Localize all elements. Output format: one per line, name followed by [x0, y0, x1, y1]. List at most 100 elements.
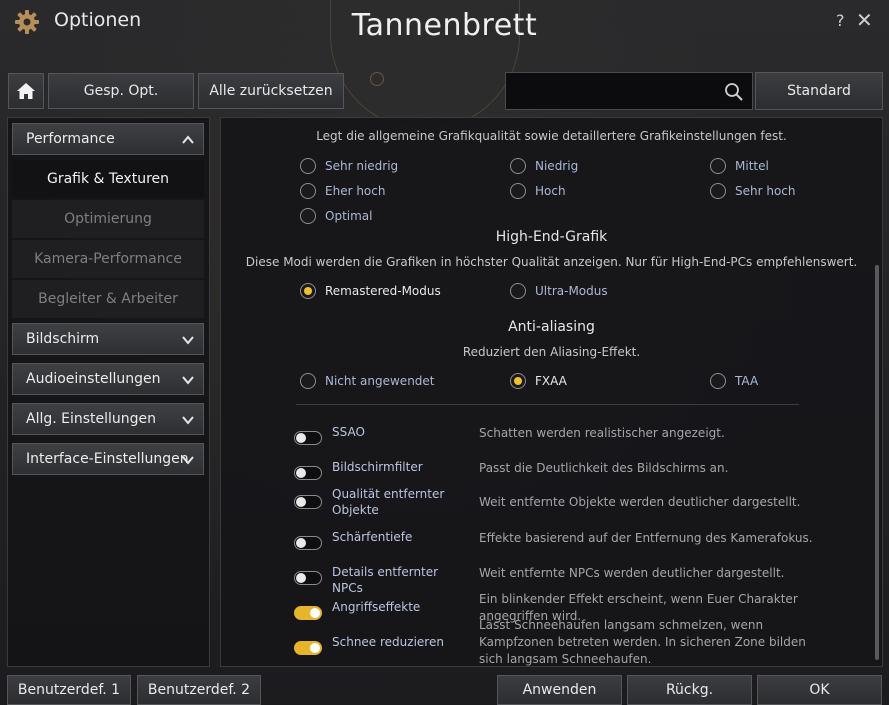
toggle-switch-schnee-reduzieren[interactable] [294, 641, 322, 655]
toggle-switch-schaerfentiefe[interactable] [294, 536, 322, 550]
radio-label: Remastered-Modus [325, 284, 441, 298]
toggle-switch-details-npcs[interactable] [294, 571, 322, 585]
toggle-name: Schärfentiefe [332, 530, 413, 544]
radio-niedrig[interactable]: Niedrig [510, 158, 578, 174]
reset-all-button[interactable]: Alle zurücksetzen [198, 73, 344, 109]
toggle-name: SSAO [332, 425, 365, 439]
radio-hoch[interactable]: Hoch [510, 183, 566, 199]
toggle-knob [296, 497, 306, 507]
radio-remastered-modus[interactable]: Remastered-Modus [300, 283, 441, 299]
saved-options-button[interactable]: Gesp. Opt. [48, 73, 194, 109]
standard-button[interactable]: Standard [755, 72, 883, 110]
radio-nicht-angewendet[interactable]: Nicht angewendet [300, 373, 435, 389]
radio-sehr-hoch[interactable]: Sehr hoch [710, 183, 796, 199]
home-button[interactable] [8, 73, 44, 109]
chevron-down-icon [182, 376, 194, 385]
radio-label: FXAA [535, 374, 567, 388]
toggle-switch-qualitaet-objekte[interactable] [294, 495, 322, 509]
sidebar-item-kamera-performance[interactable]: Kamera-Performance [12, 240, 204, 278]
sidebar-item-grafik-texturen[interactable]: Grafik & Texturen [12, 160, 204, 198]
toggle-row-qualitaet-objekte: Qualität entfernter Objekte Weit entfern… [294, 486, 854, 518]
radio-circle [300, 283, 316, 299]
help-icon[interactable]: ? [836, 11, 845, 30]
close-icon[interactable]: ✕ [856, 8, 873, 32]
radio-circle [300, 373, 316, 389]
radio-fxaa[interactable]: FXAA [510, 373, 567, 389]
background-emblem-dot [370, 72, 384, 86]
search-box [505, 72, 753, 110]
toggle-row-schaerfentiefe: Schärfentiefe Effekte basierend auf der … [294, 529, 854, 561]
radio-ultra-modus[interactable]: Ultra-Modus [510, 283, 608, 299]
toggle-name: Details entfernter NPCs [332, 565, 439, 595]
highend-title: High-End-Grafik [495, 229, 608, 245]
radio-circle [510, 183, 526, 199]
radio-circle [510, 373, 526, 389]
sidebar-category-interface[interactable]: Interface-Einstellungen [12, 443, 204, 475]
sidebar-category-bildschirm[interactable]: Bildschirm [12, 323, 204, 355]
toggle-row-schnee-reduzieren: Schnee reduzieren Lässt Schneehaufen lan… [294, 618, 854, 666]
aa-title: Anti-aliasing [508, 319, 595, 335]
radio-optimal[interactable]: Optimal [300, 208, 372, 224]
chevron-down-icon [182, 456, 194, 465]
radio-circle [300, 183, 316, 199]
radio-sehr-niedrig[interactable]: Sehr niedrig [300, 158, 398, 174]
toggle-knob [296, 538, 306, 548]
chevron-down-icon [182, 336, 194, 345]
radio-label: Sehr hoch [735, 184, 796, 198]
toggle-row-ssao: SSAO Schatten werden realistischer angez… [294, 424, 854, 456]
sidebar-item-begleiter-arbeiter[interactable]: Begleiter & Arbeiter [12, 280, 204, 318]
aa-description: Reduziert den Aliasing-Effekt. [462, 345, 641, 359]
custom-preset-1-button[interactable]: Benutzerdef. 1 [7, 675, 131, 705]
radio-circle [710, 183, 726, 199]
toggle-knob [296, 573, 306, 583]
toggle-switch-bildschirmfilter[interactable] [294, 466, 322, 480]
radio-label: Mittel [735, 159, 769, 173]
title-bar: Optionen Tannenbrett ? ✕ [0, 0, 889, 60]
toggle-description: Effekte basierend auf der Entfernung des… [479, 531, 813, 545]
sidebar-category-audio[interactable]: Audioeinstellungen [12, 363, 204, 395]
sidebar-category-allg-einstellungen[interactable]: Allg. Einstellungen [12, 403, 204, 435]
quality-description: Legt die allgemeine Grafikqualität sowie… [316, 129, 787, 143]
search-icon[interactable] [724, 82, 744, 102]
radio-label: Hoch [535, 184, 566, 198]
radio-label: TAA [735, 374, 759, 388]
chevron-up-icon [182, 135, 194, 144]
toggle-knob [296, 468, 306, 478]
search-input[interactable] [514, 81, 714, 101]
toggle-description: Weit entfernte Objekte werden deutlicher… [479, 495, 801, 509]
apply-button[interactable]: Anwenden [497, 675, 622, 705]
home-icon [17, 83, 35, 99]
radio-eher-hoch[interactable]: Eher hoch [300, 183, 385, 199]
toggle-knob [310, 608, 320, 618]
sidebar-category-label: Performance [26, 131, 115, 147]
radio-mittel[interactable]: Mittel [710, 158, 769, 174]
radio-circle [710, 158, 726, 174]
toggle-name: Bildschirmfilter [332, 460, 423, 474]
chevron-down-icon [182, 416, 194, 425]
toggle-description: Schatten werden realistischer angezeigt. [479, 426, 725, 440]
toggle-switch-ssao[interactable] [294, 431, 322, 445]
radio-circle [300, 208, 316, 224]
toggle-description: Weit entfernte NPCs werden deutlicher da… [479, 566, 785, 580]
radio-label: Optimal [325, 209, 373, 223]
toggle-description: Passt die Deutlichkeit des Bildschirms a… [479, 461, 729, 475]
sidebar-item-optimierung[interactable]: Optimierung [12, 200, 204, 238]
sidebar-category-label: Allg. Einstellungen [26, 411, 157, 427]
toggle-description: Lässt Schneehaufen langsam schmelzen, we… [479, 618, 806, 666]
window-title: Optionen [54, 9, 142, 31]
radio-taa[interactable]: TAA [710, 373, 758, 389]
sidebar-category-performance[interactable]: Performance [12, 123, 204, 155]
toggle-name: Qualität entfernter Objekte [332, 487, 445, 517]
custom-preset-2-button[interactable]: Benutzerdef. 2 [137, 675, 261, 705]
toggle-switch-angriffseffekte[interactable] [294, 606, 322, 620]
gear-icon [15, 10, 39, 34]
sidebar-category-label: Interface-Einstellungen [26, 451, 189, 467]
undo-button[interactable]: Rückg. [627, 675, 752, 705]
highend-description: Diese Modi werden die Grafiken in höchst… [245, 255, 858, 269]
ok-button[interactable]: OK [757, 675, 882, 705]
sidebar-category-label: Audioeinstellungen [26, 371, 161, 387]
toggle-name: Schnee reduzieren [332, 635, 444, 649]
radio-label: Nicht angewendet [325, 374, 435, 388]
toggle-knob [296, 433, 306, 443]
radio-label: Ultra-Modus [535, 284, 608, 298]
